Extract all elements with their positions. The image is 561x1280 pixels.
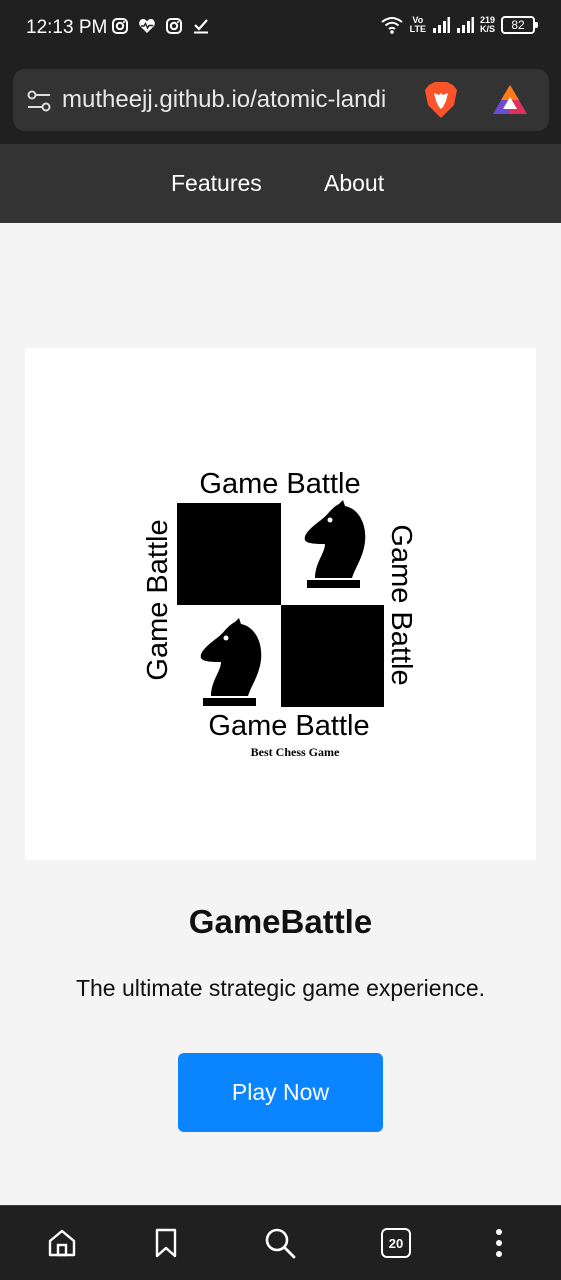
- knight-icon: [304, 500, 366, 588]
- download-done-icon: [194, 19, 208, 34]
- address-bar[interactable]: mutheejj.github.io/atomic-landi: [13, 69, 549, 131]
- hero-subtitle: The ultimate strategic game experience.: [75, 975, 486, 1001]
- heart-pulse-icon: [139, 19, 155, 33]
- network-speed: 219 K/S: [480, 16, 495, 34]
- logo-text-left: Game Battle: [142, 519, 174, 680]
- game-battle-logo: Game Battle Game Battle Game Battle Game…: [142, 468, 417, 759]
- tabs-count-badge: 20: [381, 1228, 411, 1258]
- browser-address-area: mutheejj.github.io/atomic-landi: [0, 58, 561, 144]
- status-time: 12:13 PM: [26, 17, 108, 38]
- notification-icons: [111, 17, 210, 35]
- home-icon: [48, 1229, 76, 1257]
- logo-text-right: Game Battle: [385, 524, 417, 685]
- more-menu-button[interactable]: [482, 1226, 516, 1260]
- browser-bottom-toolbar: 20: [0, 1205, 561, 1280]
- url-text[interactable]: mutheejj.github.io/atomic-landi: [62, 86, 414, 114]
- instagram-icon: [112, 18, 128, 34]
- brave-rewards-icon[interactable]: [491, 83, 529, 117]
- volte-indicator: Vo LTE: [410, 16, 426, 34]
- logo-tagline: Best Chess Game: [251, 745, 340, 759]
- hero-section: Game Battle Game Battle Game Battle Game…: [0, 223, 561, 1205]
- hero-title: GameBattle: [188, 903, 373, 940]
- search-icon: [265, 1228, 296, 1259]
- instagram-icon: [166, 18, 182, 34]
- home-button[interactable]: [45, 1226, 79, 1260]
- knight-icon: [200, 618, 262, 706]
- bookmark-icon: [155, 1228, 177, 1258]
- game-logo-card: Game Battle Game Battle Game Battle Game…: [25, 348, 536, 860]
- signal-icon: [432, 17, 450, 33]
- more-vert-icon: [496, 1229, 502, 1257]
- nav-link-features[interactable]: Features: [171, 170, 262, 197]
- logo-text-bottom: Game Battle: [208, 710, 369, 742]
- wifi-icon: [381, 17, 403, 34]
- signal-icon: [456, 17, 474, 33]
- status-bar: 12:13 PM Vo LTE 219 K/S 82: [0, 0, 561, 58]
- battery-indicator: 82: [501, 16, 538, 34]
- logo-text-top: Game Battle: [199, 468, 360, 500]
- site-settings-icon[interactable]: [26, 88, 52, 114]
- search-button[interactable]: [263, 1226, 297, 1260]
- brave-shields-icon[interactable]: [423, 81, 459, 119]
- volte-bottom: LTE: [409, 24, 426, 34]
- bookmark-button[interactable]: [149, 1226, 183, 1260]
- system-indicators: Vo LTE 219 K/S 82: [380, 15, 538, 35]
- net-speed-unit: K/S: [479, 24, 495, 34]
- site-navbar: Features About: [0, 144, 561, 223]
- tabs-button[interactable]: 20: [379, 1226, 413, 1260]
- nav-link-about[interactable]: About: [324, 170, 384, 197]
- play-now-button[interactable]: Play Now: [178, 1053, 383, 1132]
